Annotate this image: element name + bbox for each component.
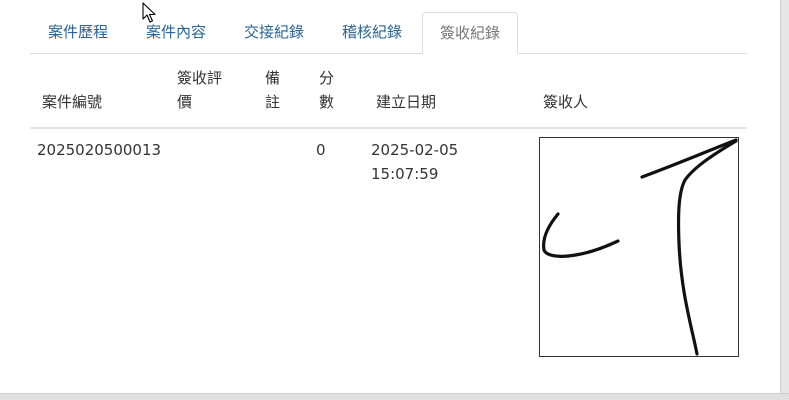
tab-signoff-records[interactable]: 簽收紀錄 [422,12,518,54]
header-divider [30,127,747,129]
tab-case-content[interactable]: 案件內容 [132,12,220,54]
header-score-line2: 數 [319,93,335,111]
header-rating-line1: 簽收評 [177,69,223,87]
cell-created-time: 15:07:59 [371,165,439,183]
tab-bar: 案件歷程 案件內容 交接紀錄 稽核紀錄 簽收紀錄 [30,12,747,54]
signature-strokes [542,138,738,356]
header-note-line2: 註 [265,93,281,111]
header-case-number: 案件編號 [42,93,103,111]
header-rating-line2: 價 [177,93,193,111]
header-signer: 簽收人 [543,93,589,111]
signature-image [539,137,739,357]
cell-case-number: 2025020500013 [37,141,162,159]
tab-case-history[interactable]: 案件歷程 [34,12,122,54]
header-score-line1: 分 [319,69,335,87]
cell-score: 0 [316,141,326,159]
window-frame-right [780,0,789,400]
header-note-line1: 備 [265,69,281,87]
tab-audit-records[interactable]: 稽核紀錄 [328,12,416,54]
tab-handover-records[interactable]: 交接紀錄 [230,12,318,54]
window-frame-bottom [0,393,789,400]
header-created-date: 建立日期 [376,93,437,111]
cell-created-date: 2025-02-05 [371,141,459,159]
